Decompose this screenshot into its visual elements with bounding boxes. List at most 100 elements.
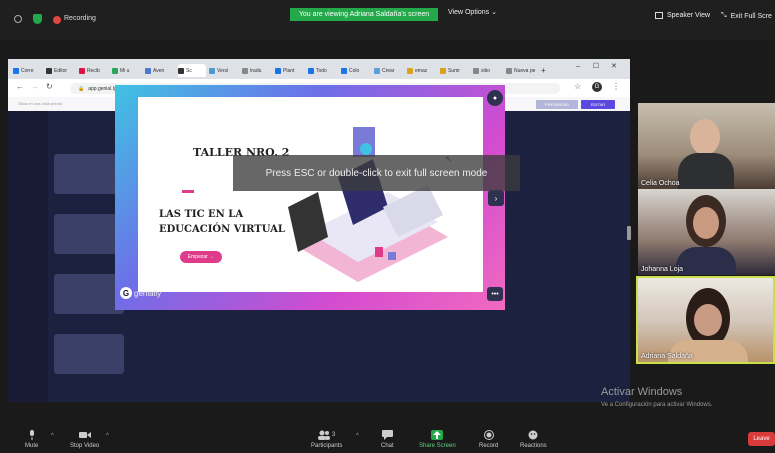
tab-favicon-icon (145, 67, 151, 74)
more-options-button[interactable]: ••• (487, 287, 503, 301)
participant-name: Adriana Saldaña (641, 353, 693, 360)
share-screen-icon (431, 430, 444, 440)
browser-tab[interactable]: Sumr (440, 64, 470, 77)
info-icon[interactable] (14, 15, 22, 23)
reactions-label: Reactions (520, 443, 547, 449)
editor-left-rail (8, 111, 48, 402)
reactions-button[interactable]: Reactions (520, 430, 547, 449)
start-button[interactable]: Empezar → (180, 251, 222, 263)
record-button[interactable]: Record (479, 430, 498, 449)
slide-subtitle-line1: LAS TIC EN LA (159, 209, 244, 220)
view-options-button[interactable]: View Options ⌄ (448, 8, 497, 16)
slide-thumbnail[interactable] (54, 334, 124, 374)
browser-tab[interactable]: Sc (178, 64, 206, 77)
genially-icon: G (120, 287, 132, 299)
minimize-icon[interactable]: – (576, 63, 580, 70)
slide-thumbnail[interactable] (54, 214, 124, 254)
tab-favicon-icon (473, 67, 479, 74)
tab-favicon-icon (374, 67, 380, 74)
browser-tab-label: Nueva pe (514, 67, 536, 74)
genially-logo: Ggenially (120, 287, 161, 299)
recording-icon (53, 16, 61, 24)
lock-icon: 🔒 (78, 85, 85, 92)
browser-tab-label: Todo (316, 67, 327, 74)
browser-tab[interactable]: Crear (374, 64, 404, 77)
browser-tab-label: Sumr (448, 67, 460, 74)
participant-body (668, 340, 748, 362)
browser-tab-label: sitio (481, 67, 490, 74)
reactions-icon (527, 430, 539, 440)
stop-video-button[interactable]: Stop Video (70, 430, 99, 449)
chevron-up-icon[interactable]: ^ (51, 433, 54, 439)
mute-button[interactable]: Mute (25, 430, 38, 449)
new-tab-icon[interactable]: + (541, 64, 546, 77)
participant-name: Johanna Loja (641, 266, 684, 273)
exit-fullscreen-icon: ⤡ (721, 12, 727, 19)
browser-tab[interactable]: Recib (79, 64, 109, 77)
present-button[interactable]: PRESENTAR (536, 100, 578, 109)
participant-body (676, 247, 736, 275)
browser-tab[interactable]: Aven (145, 64, 175, 77)
chat-icon (381, 430, 393, 440)
star-icon[interactable]: ☆ (574, 82, 581, 91)
tab-favicon-icon (79, 67, 85, 74)
speaker-view-button[interactable]: Speaker View (655, 12, 710, 19)
tab-favicon-icon (112, 67, 118, 74)
slide-thumbnail[interactable] (54, 154, 124, 194)
reload-icon[interactable]: ↻ (46, 82, 53, 91)
leave-button[interactable]: Leave (748, 432, 775, 446)
participants-icon: 3 (315, 430, 339, 440)
participants-button[interactable]: 3 Participants (311, 430, 342, 449)
browser-tab-label: tradu (250, 67, 262, 74)
browser-tab-label: Editor (54, 67, 68, 74)
exit-fullscreen-button[interactable]: ⤡ Exit Full Scre (721, 12, 772, 20)
browser-tab[interactable]: Nueva pe (506, 64, 536, 77)
speaker-view-icon (655, 12, 663, 19)
title-accent (182, 190, 194, 193)
microphone-icon (26, 430, 38, 440)
browser-tab[interactable]: tradu (242, 64, 272, 77)
record-label: Record (479, 443, 499, 449)
chat-button[interactable]: Chat (381, 430, 394, 449)
shield-icon[interactable] (33, 14, 42, 24)
menu-icon[interactable]: ⋮ (612, 82, 620, 91)
exit-fullscreen-label: Exit Full Scre (730, 12, 772, 20)
browser-tab[interactable]: Editor (46, 64, 76, 77)
chevron-up-icon[interactable]: ^ (106, 433, 109, 439)
next-slide-button[interactable]: › (488, 190, 504, 206)
browser-tab[interactable]: Corre (13, 64, 43, 77)
preview-hint: Sitúa en una vista previa (18, 101, 62, 106)
browser-tab[interactable]: sitio (473, 64, 503, 77)
forward-icon[interactable]: → (31, 82, 39, 91)
close-window-icon[interactable]: ✕ (611, 62, 617, 70)
profile-avatar[interactable]: G (592, 82, 602, 92)
share-screen-label: Share Screen (419, 443, 456, 449)
participant-face (694, 304, 722, 336)
social-icon[interactable]: ● (487, 90, 503, 106)
video-camera-icon (78, 430, 91, 440)
browser-tab[interactable]: Todo (308, 64, 338, 77)
participant-face (693, 207, 719, 239)
share-screen-button[interactable]: Share Screen (419, 430, 456, 449)
participant-video[interactable]: Johanna Loja (638, 189, 775, 275)
browser-tab[interactable]: Mi u (112, 64, 142, 77)
tab-favicon-icon (13, 67, 19, 74)
browser-tab[interactable]: emaz (407, 64, 437, 77)
participant-face (690, 119, 720, 155)
chevron-up-icon[interactable]: ^ (356, 433, 359, 439)
browser-tab-label: Versi (217, 67, 229, 74)
browser-tab[interactable]: Versi (209, 64, 239, 77)
panel-resize-handle[interactable] (627, 226, 631, 240)
browser-tab[interactable]: Colo (341, 64, 371, 77)
edit-button[interactable]: EDITAR (581, 100, 615, 109)
tab-favicon-icon (440, 67, 446, 74)
slide-thumbnail[interactable] (54, 274, 124, 314)
browser-tab[interactable]: Plant (275, 64, 305, 77)
participants-label: Participants (311, 443, 343, 449)
participant-video-active[interactable]: Adriana Saldaña (636, 276, 775, 364)
back-icon[interactable]: ← (16, 82, 24, 91)
participant-video[interactable]: Celia Ochoa (638, 103, 775, 189)
maximize-icon[interactable]: ☐ (593, 62, 599, 70)
fullscreen-exit-notice: Press ESC or double-click to exit full s… (233, 155, 520, 191)
browser-tab-label: Recib (87, 67, 100, 74)
